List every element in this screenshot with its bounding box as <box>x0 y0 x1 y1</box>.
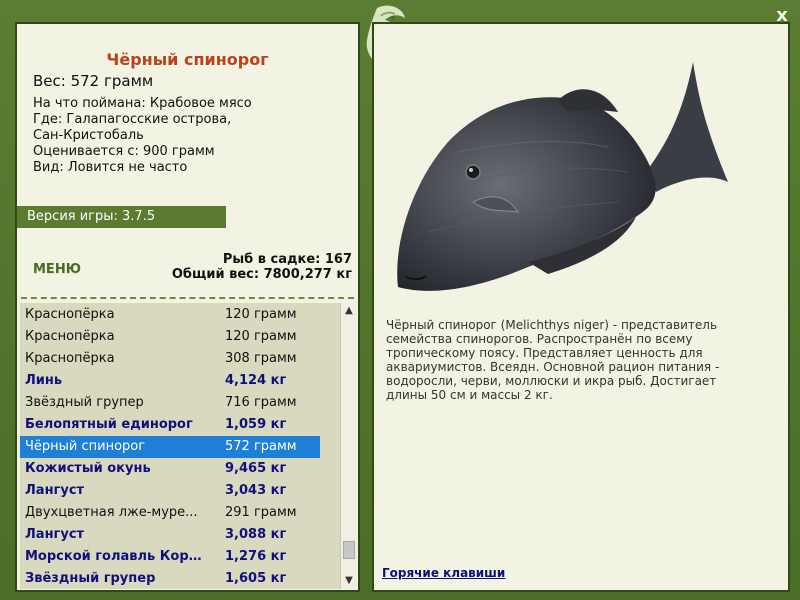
fish-weight: Вес: 572 грамм <box>33 72 154 90</box>
fish-name: Краснопёрка <box>25 307 115 322</box>
fish-name: Линь <box>25 373 63 388</box>
fish-value: Оценивается с: 900 грамм <box>33 144 215 159</box>
fish-weight-value: 4,124 кг <box>225 373 287 388</box>
scroll-thumb[interactable] <box>343 541 355 559</box>
fish-count: Рыб в садке: 167 <box>222 252 352 267</box>
menu-button[interactable]: МЕНЮ <box>33 262 81 277</box>
fish-name: Звёздный групер <box>25 395 144 410</box>
list-item[interactable]: Краснопёрка 308 грамм <box>20 348 320 370</box>
catch-stats: Рыб в садке: 167 Общий вес: 7800,277 кг <box>172 252 352 282</box>
list-item[interactable]: Звёздный групер 716 грамм <box>20 392 320 414</box>
scrollbar[interactable]: ▲ ▼ <box>340 303 357 589</box>
fish-name: Краснопёрка <box>25 351 115 366</box>
fish-weight-value: 120 грамм <box>225 329 297 344</box>
fish-name: Краснопёрка <box>25 329 115 344</box>
list-item[interactable]: Краснопёрка 120 грамм <box>20 304 320 326</box>
fish-detail-panel: Чёрный спинорог (Melichthys niger) - пре… <box>372 22 790 592</box>
fish-name: Морской голавль Корт... <box>25 549 205 564</box>
catch-list[interactable]: Краснопёрка 120 грамм Краснопёрка 120 грамм… <box>20 303 340 589</box>
version-bar: Версия игры: 3.7.5 <box>17 206 226 228</box>
fish-weight-value: 291 грамм <box>225 505 297 520</box>
fish-weight-value: 572 грамм <box>225 439 297 454</box>
fish-name: Двухцветная лже-муре... <box>25 505 198 520</box>
fish-description: Чёрный спинорог (Melichthys niger) - пре… <box>386 318 720 402</box>
list-item[interactable]: Белопятный единорог 1,059 кг <box>20 414 320 436</box>
fish-name: Кожистый окунь <box>25 461 151 476</box>
hotkeys-link[interactable]: Горячие клавиши <box>382 566 505 580</box>
fish-bait: На что поймана: Крабовое мясо <box>33 96 252 111</box>
divider <box>21 297 354 299</box>
fish-weight-value: 120 грамм <box>225 307 297 322</box>
list-item[interactable]: Двухцветная лже-муре... 291 грамм <box>20 502 320 524</box>
fish-name: Белопятный единорог <box>25 417 193 432</box>
fish-name: Звёздный групер <box>25 571 156 586</box>
list-item[interactable]: Звёздный групер 1,605 кг <box>20 568 320 589</box>
scroll-down-icon[interactable]: ▼ <box>341 573 357 589</box>
scroll-up-icon[interactable]: ▲ <box>341 303 357 319</box>
fish-info-panel: Чёрный спинорог Вес: 572 грамм На что по… <box>15 22 360 592</box>
triggerfish-image <box>397 62 728 291</box>
fish-name: Лангуст <box>25 527 85 542</box>
fish-name: Лангуст <box>25 483 85 498</box>
total-weight: Общий вес: 7800,277 кг <box>171 267 352 282</box>
game-window: x Чёрный спинорог Вес: 572 грамм На что … <box>0 0 800 600</box>
fish-weight-value: 3,088 кг <box>225 527 287 542</box>
list-item[interactable]: Лангуст 3,088 кг <box>20 524 320 546</box>
fish-weight-value: 3,043 кг <box>225 483 287 498</box>
fish-type: Вид: Ловится не часто <box>33 160 188 175</box>
list-item[interactable]: Линь 4,124 кг <box>20 370 320 392</box>
fish-weight-value: 1,059 кг <box>225 417 287 432</box>
fish-location-detail: Сан-Кристобаль <box>33 128 144 143</box>
fish-location: Где: Галапагосские острова, <box>33 112 232 127</box>
fish-weight-value: 9,465 кг <box>225 461 287 476</box>
list-item[interactable]: Лангуст 3,043 кг <box>20 480 320 502</box>
list-item-selected[interactable]: Чёрный спинорог 572 грамм <box>20 436 320 458</box>
fish-weight-value: 1,605 кг <box>225 571 287 586</box>
fish-weight-value: 716 грамм <box>225 395 297 410</box>
fish-title: Чёрный спинорог <box>106 50 269 69</box>
list-item[interactable]: Кожистый окунь 9,465 кг <box>20 458 320 480</box>
fish-weight-value: 1,276 кг <box>225 549 287 564</box>
list-item[interactable]: Краснопёрка 120 грамм <box>20 326 320 348</box>
fish-name: Чёрный спинорог <box>25 439 146 454</box>
list-item[interactable]: Морской голавль Корт... 1,276 кг <box>20 546 320 568</box>
fish-weight-value: 308 грамм <box>225 351 297 366</box>
